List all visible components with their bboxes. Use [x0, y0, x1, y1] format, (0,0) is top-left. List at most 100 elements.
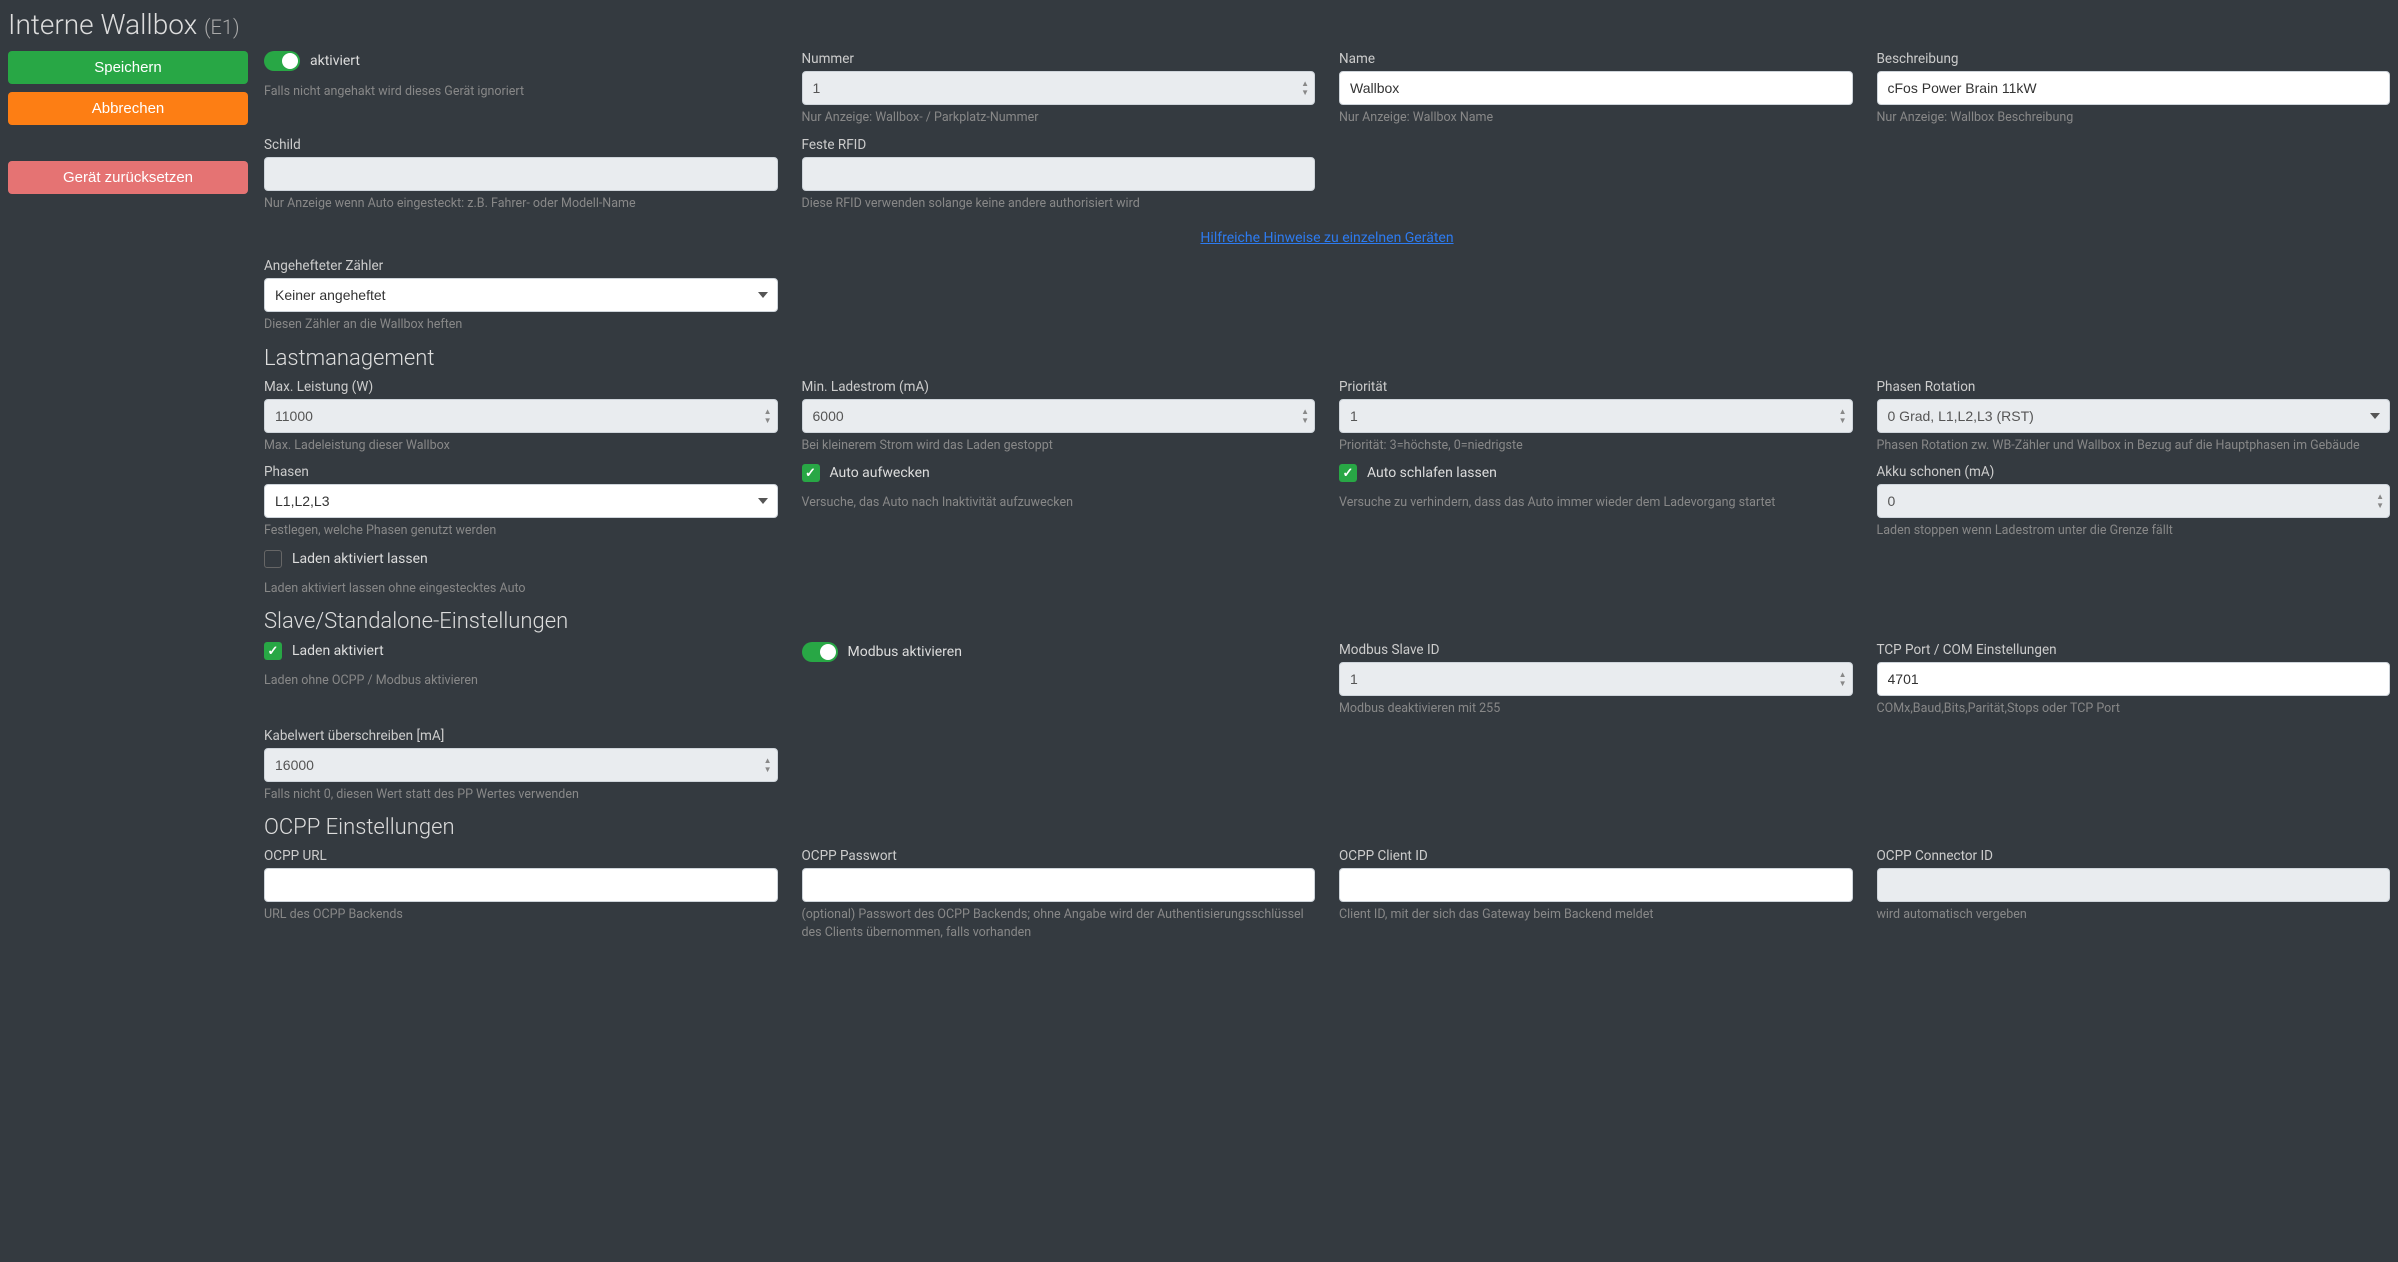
beschreibung-input[interactable] [1877, 71, 2391, 105]
field-schild: Schild Nur Anzeige wenn Auto eingesteckt… [264, 137, 778, 213]
field-wakeup: Auto aufwecken Versuche, das Auto nach I… [802, 464, 1316, 540]
field-modbus-id: Modbus Slave ID ▲▼ Modbus deaktivieren m… [1339, 642, 1853, 718]
field-prio: Priorität ▲▼ Priorität: 3=höchste, 0=nie… [1339, 379, 1853, 455]
ocpp-pass-help: (optional) Passwort des OCPP Backends; o… [802, 906, 1316, 941]
ocpp-pass-input[interactable] [802, 868, 1316, 902]
modbus-id-label: Modbus Slave ID [1339, 642, 1853, 658]
beschreibung-label: Beschreibung [1877, 51, 2391, 67]
nummer-label: Nummer [802, 51, 1316, 67]
save-button[interactable]: Speichern [8, 51, 248, 84]
check-icon [802, 464, 820, 482]
max-leistung-help: Max. Ladeleistung dieser Wallbox [264, 437, 778, 455]
section-ocpp: OCPP Einstellungen [264, 815, 2390, 840]
schild-label: Schild [264, 137, 778, 153]
tcp-label: TCP Port / COM Einstellungen [1877, 642, 2391, 658]
hints-link[interactable]: Hilfreiche Hinweise zu einzelnen Geräten [1200, 230, 1453, 246]
field-aktiviert: aktiviert Falls nicht angehakt wird dies… [264, 51, 778, 127]
ocpp-connector-help: wird automatisch vergeben [1877, 906, 2391, 924]
ocpp-client-help: Client ID, mit der sich das Gateway beim… [1339, 906, 1853, 924]
page-title-suffix: (E1) [204, 15, 239, 39]
field-ocpp-pass: OCPP Passwort (optional) Passwort des OC… [802, 848, 1316, 941]
field-modbus: Modbus aktivieren [802, 642, 1316, 718]
checkbox-sleep[interactable]: Auto schlafen lassen [1339, 464, 1853, 482]
checkbox-wakeup[interactable]: Auto aufwecken [802, 464, 1316, 482]
rotation-help: Phasen Rotation zw. WB-Zähler und Wallbo… [1877, 437, 2391, 455]
schild-input[interactable] [264, 157, 778, 191]
prio-input[interactable] [1339, 399, 1853, 433]
rfid-input[interactable] [802, 157, 1316, 191]
field-ocpp-client: OCPP Client ID Client ID, mit der sich d… [1339, 848, 1853, 941]
name-input[interactable] [1339, 71, 1853, 105]
field-rfid: Feste RFID Diese RFID verwenden solange … [802, 137, 1316, 213]
checkbox-laden-aktiviert[interactable]: Laden aktiviert [264, 642, 778, 660]
zaehler-help: Diesen Zähler an die Wallbox heften [264, 316, 778, 334]
zaehler-select[interactable]: Keiner angeheftet [264, 278, 778, 312]
laden-aktiviert-label: Laden aktiviert [292, 643, 384, 659]
modbus-id-help: Modbus deaktivieren mit 255 [1339, 700, 1853, 718]
rfid-label: Feste RFID [802, 137, 1316, 153]
field-zaehler: Angehefteter Zähler Keiner angeheftet Di… [264, 258, 778, 334]
toggle-aktiviert[interactable]: aktiviert [264, 51, 778, 71]
wakeup-help: Versuche, das Auto nach Inaktivität aufz… [802, 494, 1316, 512]
hints-link-row: Hilfreiche Hinweise zu einzelnen Geräten [264, 222, 2390, 258]
kabel-input[interactable] [264, 748, 778, 782]
min-ladestrom-input[interactable] [802, 399, 1316, 433]
checkbox-laden-aktiviert-lassen[interactable]: Laden aktiviert lassen [264, 550, 778, 568]
max-leistung-label: Max. Leistung (W) [264, 379, 778, 395]
laden-aktiviert-help: Laden ohne OCPP / Modbus aktivieren [264, 672, 778, 690]
beschreibung-help: Nur Anzeige: Wallbox Beschreibung [1877, 109, 2391, 127]
rfid-help: Diese RFID verwenden solange keine ander… [802, 195, 1316, 213]
cancel-button[interactable]: Abbrechen [8, 92, 248, 125]
max-leistung-input[interactable] [264, 399, 778, 433]
field-nummer: Nummer ▲▼ Nur Anzeige: Wallbox- / Parkpl… [802, 51, 1316, 127]
tcp-help: COMx,Baud,Bits,Parität,Stops oder TCP Po… [1877, 700, 2391, 718]
ocpp-client-label: OCPP Client ID [1339, 848, 1853, 864]
tcp-input[interactable] [1877, 662, 2391, 696]
sidebar: Speichern Abbrechen Gerät zurücksetzen [8, 51, 248, 951]
akku-input[interactable] [1877, 484, 2391, 518]
nummer-input[interactable] [802, 71, 1316, 105]
section-lastmanagement: Lastmanagement [264, 346, 2390, 371]
prio-label: Priorität [1339, 379, 1853, 395]
name-help: Nur Anzeige: Wallbox Name [1339, 109, 1853, 127]
schild-help: Nur Anzeige wenn Auto eingesteckt: z.B. … [264, 195, 778, 213]
field-beschreibung: Beschreibung Nur Anzeige: Wallbox Beschr… [1877, 51, 2391, 127]
reset-device-button[interactable]: Gerät zurücksetzen [8, 161, 248, 194]
field-tcp: TCP Port / COM Einstellungen COMx,Baud,B… [1877, 642, 2391, 718]
rotation-select[interactable]: 0 Grad, L1,L2,L3 (RST) [1877, 399, 2391, 433]
min-ladestrom-help: Bei kleinerem Strom wird das Laden gesto… [802, 437, 1316, 455]
phasen-help: Festlegen, welche Phasen genutzt werden [264, 522, 778, 540]
field-ocpp-connector: OCPP Connector ID wird automatisch verge… [1877, 848, 2391, 941]
field-name: Name Nur Anzeige: Wallbox Name [1339, 51, 1853, 127]
ocpp-client-input[interactable] [1339, 868, 1853, 902]
toggle-modbus[interactable]: Modbus aktivieren [802, 642, 1316, 662]
kabel-label: Kabelwert überschreiben [mA] [264, 728, 778, 744]
page-title-text: Interne Wallbox [8, 8, 197, 41]
nummer-help: Nur Anzeige: Wallbox- / Parkplatz-Nummer [802, 109, 1316, 127]
aktiviert-help: Falls nicht angehakt wird dieses Gerät i… [264, 83, 778, 101]
laden-aktiviert-lassen-help: Laden aktiviert lassen ohne eingesteckte… [264, 580, 778, 598]
ocpp-connector-input[interactable] [1877, 868, 2391, 902]
phasen-label: Phasen [264, 464, 778, 480]
rotation-label: Phasen Rotation [1877, 379, 2391, 395]
akku-help: Laden stoppen wenn Ladestrom unter die G… [1877, 522, 2391, 540]
field-sleep: Auto schlafen lassen Versuche zu verhind… [1339, 464, 1853, 540]
min-ladestrom-label: Min. Ladestrom (mA) [802, 379, 1316, 395]
field-phasen: Phasen L1,L2,L3 Festlegen, welche Phasen… [264, 464, 778, 540]
field-laden-aktiviert-lassen: Laden aktiviert lassen Laden aktiviert l… [264, 550, 778, 598]
ocpp-connector-label: OCPP Connector ID [1877, 848, 2391, 864]
ocpp-pass-label: OCPP Passwort [802, 848, 1316, 864]
kabel-help: Falls nicht 0, diesen Wert statt des PP … [264, 786, 778, 804]
modbus-id-input[interactable] [1339, 662, 1853, 696]
phasen-select[interactable]: L1,L2,L3 [264, 484, 778, 518]
main-content: aktiviert Falls nicht angehakt wird dies… [264, 51, 2390, 951]
field-min-ladestrom: Min. Ladestrom (mA) ▲▼ Bei kleinerem Str… [802, 379, 1316, 455]
field-akku: Akku schonen (mA) ▲▼ Laden stoppen wenn … [1877, 464, 2391, 540]
wakeup-label: Auto aufwecken [830, 465, 930, 481]
sleep-label: Auto schlafen lassen [1367, 465, 1497, 481]
ocpp-url-input[interactable] [264, 868, 778, 902]
checkbox-empty-icon [264, 550, 282, 568]
check-icon [1339, 464, 1357, 482]
modbus-label: Modbus aktivieren [848, 644, 962, 660]
check-icon [264, 642, 282, 660]
